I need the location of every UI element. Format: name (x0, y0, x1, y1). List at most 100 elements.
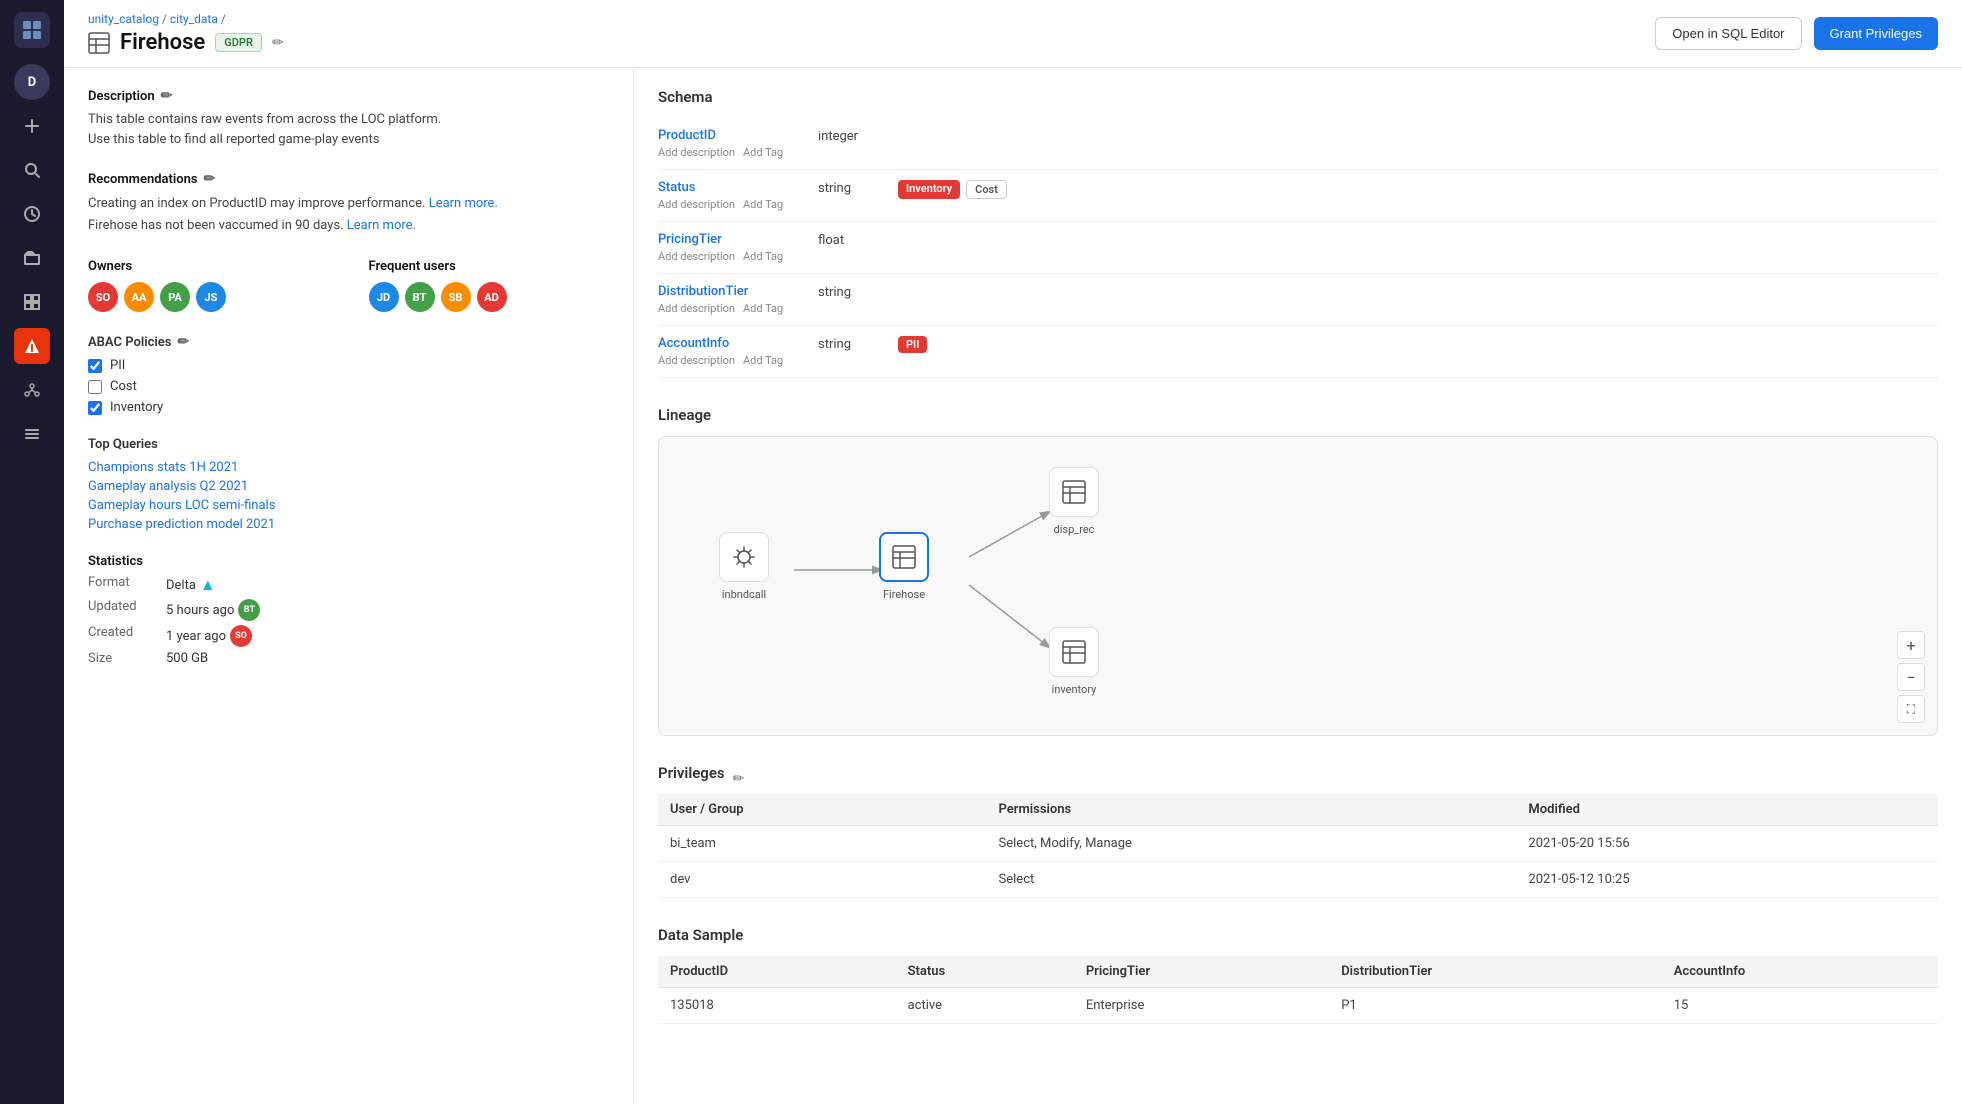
sample-col-productid: ProductID (658, 956, 896, 988)
statistics-section: Statistics Format Delta ▲ Updated 5 hour… (88, 554, 609, 666)
data-sample-table: ProductID Status PricingTier Distributio… (658, 956, 1938, 1024)
priv-col-permissions: Permissions (987, 794, 1517, 826)
schema-row-pricingtier: PricingTier Add description Add Tag floa… (658, 222, 1938, 274)
stat-size-value: 500 GB (166, 651, 208, 666)
owner-avatar-SO[interactable]: SO (88, 282, 118, 312)
query-link-2[interactable]: Gameplay analysis Q2 2021 (88, 479, 609, 494)
add-tag-status[interactable]: Add Tag (743, 198, 783, 211)
abac-inventory-checkbox[interactable] (88, 401, 102, 415)
learn-more-link-1[interactable]: Learn more. (429, 196, 498, 211)
field-name-distributiontier[interactable]: DistributionTier (658, 284, 818, 299)
user-avatar-AD[interactable]: AD (477, 282, 507, 312)
field-name-status[interactable]: Status (658, 180, 818, 195)
frequent-users-block: Frequent users JD BT SB AD (369, 259, 610, 312)
privileges-header-row: User / Group Permissions Modified (658, 794, 1938, 826)
priv-user-dev: dev (658, 862, 987, 898)
add-desc-distributiontier[interactable]: Add description (658, 302, 735, 315)
field-name-pricingtier[interactable]: PricingTier (658, 232, 818, 247)
abac-cost-checkbox[interactable] (88, 380, 102, 394)
list-icon[interactable] (14, 416, 50, 452)
abac-pii-checkbox[interactable] (88, 359, 102, 373)
privileges-title-row: Privileges ✏ (658, 764, 1938, 794)
lineage-node-firehose[interactable]: Firehose (879, 532, 929, 601)
add-desc-productid[interactable]: Add description (658, 146, 735, 159)
alert-icon[interactable] (14, 328, 50, 364)
schema-row-productid: ProductID Add description Add Tag intege… (658, 118, 1938, 170)
lineage-zoom-in-button[interactable]: + (1897, 631, 1925, 659)
add-tag-distributiontier[interactable]: Add Tag (743, 302, 783, 315)
owners-title: Owners (88, 259, 329, 274)
page-title: Firehose (120, 30, 205, 55)
search-icon[interactable] (14, 152, 50, 188)
graph-icon[interactable] (14, 372, 50, 408)
add-tag-productid[interactable]: Add Tag (743, 146, 783, 159)
inventory-icon (1049, 627, 1099, 677)
owners-avatars: SO AA PA JS (88, 282, 329, 312)
user-avatar-SB[interactable]: SB (441, 282, 471, 312)
sample-col-accountinfo: AccountInfo (1662, 956, 1938, 988)
description-section: Description ✏ This table contains raw ev… (88, 88, 609, 149)
abac-pii-row: PII (88, 358, 609, 373)
tag-inventory[interactable]: Inventory (898, 180, 960, 199)
sample-productid-1: 135018 (658, 988, 896, 1024)
owner-avatar-JS[interactable]: JS (196, 282, 226, 312)
breadcrumb-schema[interactable]: city_data (170, 12, 218, 26)
schema-section: Schema ProductID Add description Add Tag… (658, 88, 1938, 378)
tag-pii[interactable]: PII (898, 336, 927, 353)
lineage-zoom-out-button[interactable]: − (1897, 663, 1925, 691)
breadcrumb-catalog[interactable]: unity_catalog (88, 12, 159, 26)
open-sql-editor-button[interactable]: Open in SQL Editor (1655, 17, 1801, 50)
learn-more-link-2[interactable]: Learn more. (347, 218, 416, 233)
edit-recommendations-icon[interactable]: ✏ (204, 171, 216, 187)
grant-privileges-button[interactable]: Grant Privileges (1814, 17, 1938, 50)
add-tag-pricingtier[interactable]: Add Tag (743, 250, 783, 263)
priv-permissions-bi-team: Select, Modify, Manage (987, 826, 1517, 862)
lineage-fullscreen-button[interactable]: ⛶ (1897, 695, 1925, 723)
edit-privileges-icon[interactable]: ✏ (733, 771, 745, 787)
edit-title-icon[interactable]: ✏ (272, 35, 284, 51)
tag-cost[interactable]: Cost (966, 180, 1007, 199)
user-avatar-icon[interactable]: D (14, 64, 50, 100)
sidebar: D (0, 0, 64, 1104)
owner-avatar-PA[interactable]: PA (160, 282, 190, 312)
add-icon[interactable] (14, 108, 50, 144)
query-link-1[interactable]: Champions stats 1H 2021 (88, 460, 609, 475)
edit-abac-icon[interactable]: ✏ (177, 334, 189, 350)
add-desc-accountinfo[interactable]: Add description (658, 354, 735, 367)
lineage-node-inbndcall[interactable]: inbndcall (719, 532, 769, 601)
tags-accountinfo: PII (898, 336, 927, 353)
field-name-accountinfo[interactable]: AccountInfo (658, 336, 818, 351)
stat-created-row: Created 1 year ago SO (88, 625, 609, 647)
stat-format-row: Format Delta ▲ (88, 575, 609, 595)
field-name-productid[interactable]: ProductID (658, 128, 818, 143)
lineage-node-disp-rec[interactable]: disp_rec (1049, 467, 1099, 536)
user-avatar-BT[interactable]: BT (405, 282, 435, 312)
folder-icon[interactable] (14, 240, 50, 276)
tag-icon[interactable] (14, 284, 50, 320)
add-desc-pricingtier[interactable]: Add description (658, 250, 735, 263)
user-avatar-JD[interactable]: JD (369, 282, 399, 312)
disp-rec-icon (1049, 467, 1099, 517)
lineage-node-inventory[interactable]: inventory (1049, 627, 1099, 696)
frequent-users-title: Frequent users (369, 259, 610, 274)
sample-distributiontier-1: P1 (1329, 988, 1662, 1024)
sample-header-row: ProductID Status PricingTier Distributio… (658, 956, 1938, 988)
add-tag-accountinfo[interactable]: Add Tag (743, 354, 783, 367)
sample-col-pricingtier: PricingTier (1074, 956, 1329, 988)
recommendation-2: Firehose has not been vaccumed in 90 day… (88, 215, 609, 237)
owners-block: Owners SO AA PA JS (88, 259, 329, 312)
main-content: unity_catalog / city_data / Firehose GDP… (64, 0, 1962, 1104)
query-link-3[interactable]: Gameplay hours LOC semi-finals (88, 498, 609, 513)
owner-avatar-AA[interactable]: AA (124, 282, 154, 312)
stat-size-row: Size 500 GB (88, 651, 609, 666)
updated-by-avatar: BT (238, 599, 260, 621)
query-link-4[interactable]: Purchase prediction model 2021 (88, 517, 609, 532)
clock-icon[interactable] (14, 196, 50, 232)
inbndcall-icon (719, 532, 769, 582)
edit-description-icon[interactable]: ✏ (161, 88, 173, 104)
recommendations-section: Recommendations ✏ Creating an index on P… (88, 171, 609, 237)
sample-pricingtier-1: Enterprise (1074, 988, 1329, 1024)
add-desc-status[interactable]: Add description (658, 198, 735, 211)
abac-policies-title: ABAC Policies ✏ (88, 334, 609, 350)
description-text: This table contains raw events from acro… (88, 110, 609, 149)
